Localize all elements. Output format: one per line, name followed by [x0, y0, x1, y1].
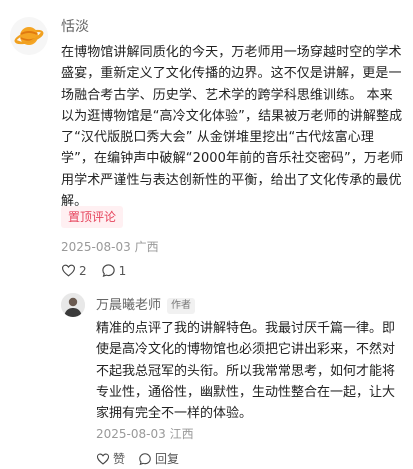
- reply-avatar[interactable]: [61, 293, 85, 317]
- comment-location: 广西: [134, 240, 159, 254]
- pinned-comment-badge: 置顶评论: [61, 206, 124, 228]
- reply-button[interactable]: 1: [101, 263, 127, 278]
- reply-reply-label: 回复: [155, 452, 180, 466]
- reply-meta: 2025-08-03 江西: [96, 425, 194, 442]
- reply-actions: 赞 回复: [96, 450, 192, 467]
- heart-icon: [61, 264, 76, 277]
- comment-actions: 2 1: [61, 263, 140, 278]
- reply-author-name: 万晨曦老师: [96, 298, 162, 313]
- planet-avatar-icon: [10, 17, 48, 55]
- reply-like-button[interactable]: 赞: [96, 450, 125, 467]
- reply-text: 精准的点评了我的讲解特色。我最讨厌千篇一律。即使是高冷文化的博物馆也必须把它讲出…: [96, 321, 396, 422]
- comment-bubble-icon: [101, 264, 115, 278]
- reply-date: 2025-08-03: [96, 427, 166, 441]
- like-button[interactable]: 2: [61, 263, 87, 278]
- reply-like-label: 赞: [113, 452, 126, 466]
- author-tag: 作者: [167, 298, 196, 314]
- like-count: 2: [79, 263, 87, 278]
- comment-text: 在博物馆讲解同质化的今天，万老师用一场穿越时空的学术盛宴，重新定义了文化传播的边…: [61, 45, 404, 210]
- comment-author[interactable]: 恬淡: [61, 16, 89, 36]
- comment-date: 2025-08-03: [61, 240, 131, 254]
- reply-count: 1: [118, 263, 127, 278]
- comment-meta: 2025-08-03 广西: [61, 238, 159, 255]
- person-avatar-icon: [61, 293, 85, 317]
- reply-author[interactable]: 万晨曦老师 作者: [96, 294, 196, 314]
- reply-location: 江西: [169, 427, 194, 441]
- heart-icon: [96, 453, 110, 465]
- user-avatar[interactable]: [10, 17, 48, 55]
- comment-bubble-icon: [139, 452, 151, 465]
- reply-reply-button[interactable]: 回复: [138, 450, 179, 467]
